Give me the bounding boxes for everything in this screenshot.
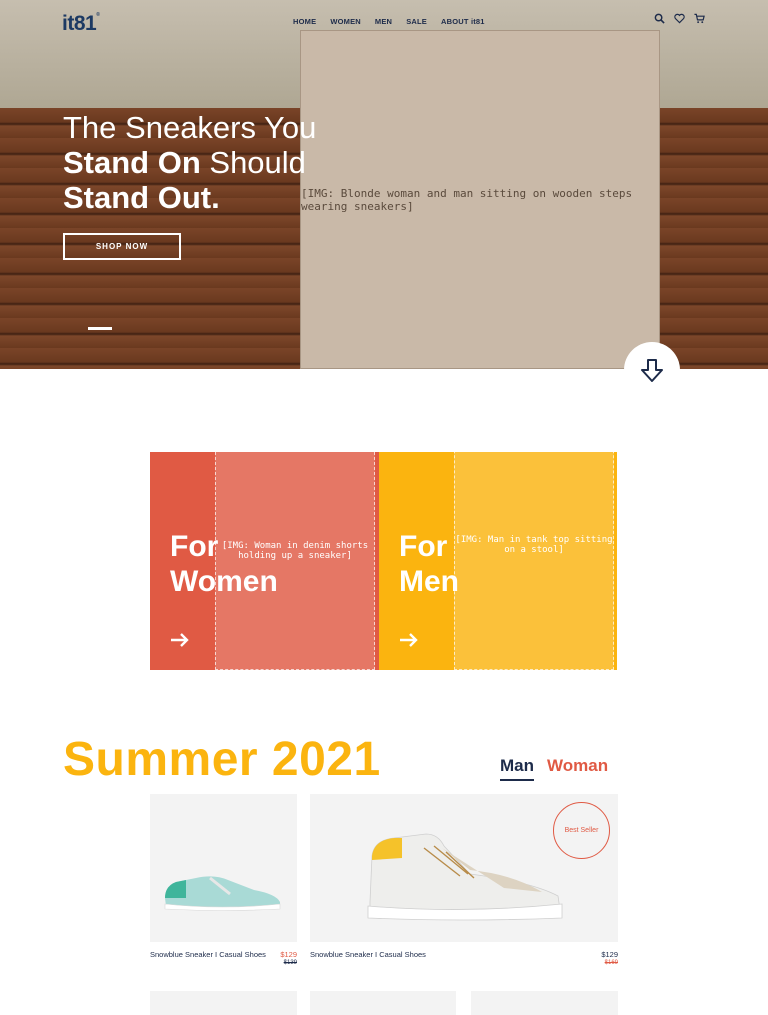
gender-tabs: Man Woman	[500, 756, 608, 781]
price-current: $129	[280, 950, 297, 959]
category-women-title: For Women	[170, 530, 278, 598]
heart-icon[interactable]	[674, 13, 685, 24]
product-price: $129 $169	[580, 950, 618, 968]
product-image[interactable]	[471, 991, 618, 1015]
brand-logo[interactable]: it81®	[62, 12, 100, 36]
search-icon[interactable]	[654, 13, 665, 24]
product-image[interactable]	[150, 794, 297, 942]
header-actions	[654, 13, 705, 24]
sneaker-mint-image	[164, 876, 281, 911]
hero-image: [IMG: Blonde woman and man sitting on wo…	[300, 30, 660, 369]
sneaker-white-high-top-image	[367, 833, 563, 921]
tab-man[interactable]: Man	[500, 756, 534, 781]
category-men-image: [IMG: Man in tank top sitting on a stool…	[454, 420, 614, 670]
nav-item-men[interactable]: MEN	[375, 17, 392, 26]
product-image[interactable]	[310, 991, 456, 1015]
main-nav: HOME WOMEN MEN SALE ABOUT it81	[293, 17, 485, 26]
arrow-right-icon[interactable]	[399, 632, 419, 648]
price-current: $129	[601, 950, 618, 959]
category-card-women[interactable]: [IMG: Woman in denim shorts holding up a…	[150, 432, 379, 670]
price-old: $139	[283, 960, 297, 966]
nav-item-about[interactable]: ABOUT it81	[441, 17, 485, 26]
arrow-down-icon	[641, 359, 663, 382]
nav-item-women[interactable]: WOMEN	[330, 17, 361, 26]
category-card-men[interactable]: [IMG: Man in tank top sitting on a stool…	[379, 420, 617, 670]
nav-item-sale[interactable]: SALE	[406, 17, 427, 26]
hero-banner: [IMG: Blonde woman and man sitting on wo…	[0, 0, 768, 369]
hero-headline: The Sneakers You Stand On Should Stand O…	[63, 110, 316, 215]
headline-line-2-rest: Should	[200, 145, 306, 180]
scroll-down-button[interactable]	[624, 342, 680, 398]
product-price: $129 $139	[262, 950, 297, 968]
category-men-title: For Men	[399, 530, 459, 598]
cart-icon[interactable]	[694, 13, 705, 24]
shop-now-button[interactable]: SHOP NOW	[63, 233, 181, 260]
best-seller-badge: Best Seller	[553, 802, 610, 859]
headline-line-3: Stand Out.	[63, 180, 220, 215]
product-name[interactable]: Snowblue Sneaker I Casual Shoes	[150, 950, 270, 959]
headline-line-1: The Sneakers You	[63, 110, 317, 145]
section-title-summer: Summer 2021	[63, 733, 381, 786]
product-name[interactable]: Snowblue Sneaker I Casual Shoes	[310, 950, 510, 959]
product-image[interactable]	[150, 991, 297, 1015]
nav-item-home[interactable]: HOME	[293, 17, 316, 26]
product-image[interactable]: Best Seller	[310, 794, 618, 942]
slide-indicator[interactable]	[88, 327, 112, 330]
tab-woman[interactable]: Woman	[547, 756, 608, 781]
price-old: $169	[604, 960, 618, 966]
arrow-right-icon[interactable]	[170, 632, 190, 648]
headline-line-2-bold: Stand On	[63, 145, 201, 180]
